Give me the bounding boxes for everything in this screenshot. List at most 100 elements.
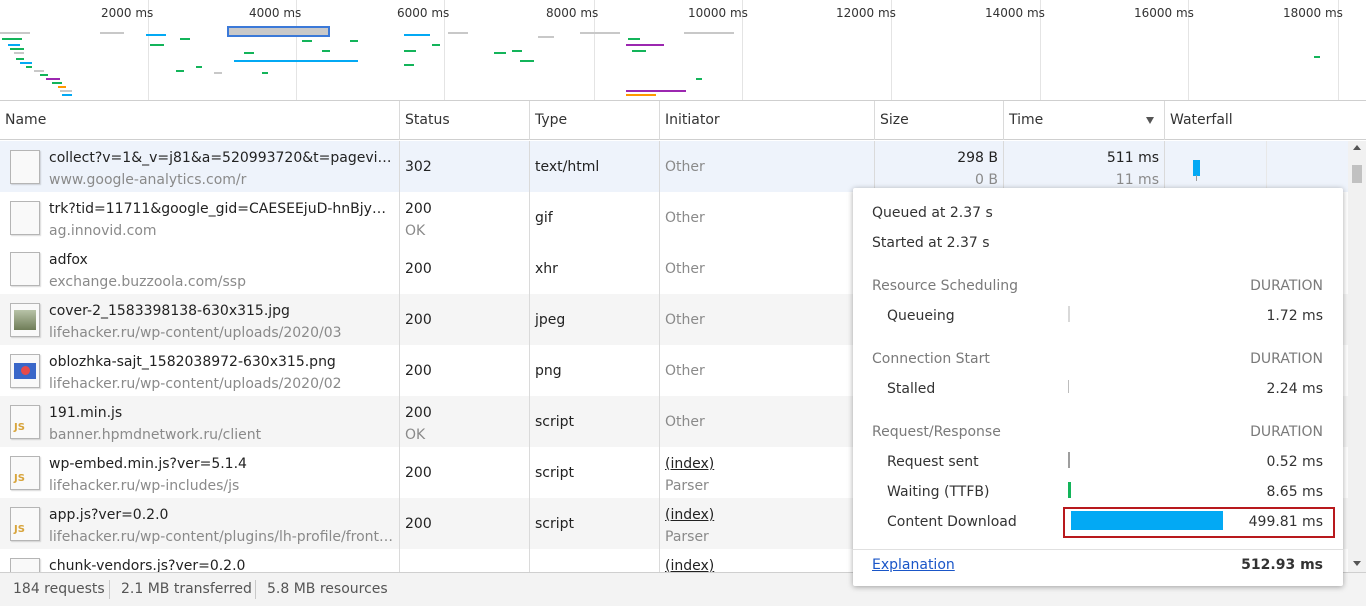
- request-size-cell: 298 B 0 B: [875, 141, 998, 192]
- overview-activity-mark: [684, 32, 734, 34]
- overview-activity-mark: [10, 48, 24, 50]
- request-name[interactable]: collect?v=1&_v=j81&a=520993720&t=pagevie…: [49, 150, 394, 166]
- request-initiator: Other: [665, 159, 705, 175]
- request-status: 302: [405, 159, 432, 175]
- timing-label-waiting-ttfb: Waiting (TTFB): [887, 484, 990, 500]
- overview-activity-mark: [322, 50, 330, 52]
- request-name[interactable]: wp-embed.min.js?ver=5.1.4: [49, 456, 394, 472]
- overview-activity-mark: [52, 82, 62, 84]
- timing-label-request-sent: Request sent: [887, 454, 979, 470]
- network-overview[interactable]: 2000 ms 4000 ms 6000 ms 8000 ms 10000 ms…: [0, 0, 1366, 101]
- section-title-resource-scheduling: Resource Scheduling: [872, 278, 1019, 294]
- request-domain: lifehacker.ru/wp-content/plugins/lh-prof…: [49, 529, 394, 545]
- overview-activity-mark: [20, 62, 32, 64]
- tick-label: 8000 ms: [546, 6, 599, 20]
- tick-label: 4000 ms: [249, 6, 302, 20]
- column-header-time[interactable]: Time: [1004, 101, 1165, 140]
- overview-activity-mark: [176, 70, 184, 72]
- column-header-name[interactable]: Name: [0, 101, 400, 140]
- blank-file-icon: [10, 201, 40, 235]
- request-name[interactable]: adfox: [49, 252, 394, 268]
- request-domain: lifehacker.ru/wp-content/uploads/2020/02: [49, 376, 342, 392]
- request-status: 200: [405, 312, 432, 328]
- initiator-link[interactable]: (index): [665, 507, 714, 523]
- overview-activity-mark: [494, 52, 506, 54]
- overview-activity-mark: [34, 70, 44, 72]
- initiator-link[interactable]: (index): [665, 558, 714, 572]
- column-header-waterfall[interactable]: Waterfall: [1165, 101, 1366, 140]
- request-name[interactable]: trk?tid=11711&google_gid=CAESEEjuD-hnBjy…: [49, 201, 394, 217]
- request-status: 200: [405, 261, 432, 277]
- overview-activity-mark: [262, 72, 268, 74]
- overview-activity-mark: [632, 50, 646, 52]
- request-domain: lifehacker.ru/wp-content/uploads/2020/03: [49, 325, 342, 341]
- overview-activity-mark: [432, 44, 440, 46]
- initiator-type: Parser: [665, 478, 709, 494]
- vertical-scrollbar[interactable]: [1348, 141, 1366, 572]
- timing-bar-request-sent: [1068, 452, 1070, 468]
- request-time-cell: 511 ms 11 ms: [1004, 141, 1159, 192]
- column-header-type[interactable]: Type: [530, 101, 660, 140]
- timing-label-queueing: Queueing: [887, 308, 955, 324]
- column-header-initiator[interactable]: Initiator: [660, 101, 875, 140]
- explanation-link[interactable]: Explanation: [872, 557, 955, 573]
- request-type: script: [535, 516, 575, 532]
- scroll-up-arrow-icon[interactable]: [1353, 145, 1361, 150]
- tick-label: 16000 ms: [1134, 6, 1194, 20]
- overview-activity-mark: [100, 32, 124, 34]
- request-initiator: Other: [665, 414, 705, 430]
- js-file-icon: JS: [10, 507, 40, 541]
- overview-activity-mark: [2, 38, 22, 40]
- request-status: 200: [405, 465, 432, 481]
- request-type: png: [535, 363, 562, 379]
- request-status: 200: [405, 516, 432, 532]
- overview-activity-mark: [60, 90, 72, 92]
- column-divider: [659, 141, 660, 572]
- overview-activity-mark: [350, 40, 358, 42]
- overview-activity-mark: [538, 36, 554, 38]
- overview-activity-mark: [1314, 56, 1320, 58]
- request-name[interactable]: cover-2_1583398138-630x315.jpg: [49, 303, 394, 319]
- overview-activity-mark: [302, 40, 312, 42]
- initiator-link[interactable]: (index): [665, 456, 714, 472]
- request-domain: www.google-analytics.com/r: [49, 172, 247, 188]
- js-file-icon: JS: [10, 456, 40, 490]
- overview-selection-brush[interactable]: [227, 26, 330, 37]
- request-name[interactable]: oblozhka-sajt_1582038972-630x315.png: [49, 354, 394, 370]
- request-type: gif: [535, 210, 553, 226]
- tick-label: 10000 ms: [688, 6, 748, 20]
- waterfall-bar[interactable]: [1193, 160, 1200, 176]
- overview-activity-mark: [234, 60, 358, 62]
- request-status: 200: [405, 405, 432, 421]
- timing-value-waiting-ttfb: 8.65 ms: [1266, 484, 1323, 500]
- timing-bar-queueing: [1068, 306, 1070, 322]
- overview-activity-mark: [26, 66, 32, 68]
- divider: [255, 580, 256, 599]
- overview-activity-mark: [214, 72, 222, 74]
- request-name[interactable]: 191.min.js: [49, 405, 394, 421]
- overview-activity-mark: [626, 94, 656, 96]
- overview-activity-mark: [512, 50, 522, 52]
- overview-activity-mark: [0, 32, 30, 34]
- timing-value-request-sent: 0.52 ms: [1266, 454, 1323, 470]
- request-domain: banner.hpmdnetwork.ru/client: [49, 427, 262, 443]
- request-initiator: Other: [665, 363, 705, 379]
- tick-label: 14000 ms: [985, 6, 1045, 20]
- overview-activity-mark: [14, 52, 24, 54]
- scroll-thumb[interactable]: [1352, 165, 1362, 183]
- column-header-size[interactable]: Size: [875, 101, 1004, 140]
- request-name[interactable]: app.js?ver=0.2.0: [49, 507, 394, 523]
- timing-total: 512.93 ms: [1241, 557, 1323, 573]
- request-name[interactable]: chunk-vendors.js?ver=0.2.0: [49, 558, 394, 572]
- overview-activity-mark: [8, 44, 20, 46]
- table-row[interactable]: collect?v=1&_v=j81&a=520993720&t=pagevie…: [0, 141, 1348, 192]
- request-status: 200: [405, 363, 432, 379]
- column-header-status[interactable]: Status: [400, 101, 530, 140]
- request-time: 511 ms: [1106, 150, 1159, 166]
- request-domain: exchange.buzzoola.com/ssp: [49, 274, 246, 290]
- scroll-down-arrow-icon[interactable]: [1353, 561, 1361, 566]
- overview-activity-mark: [62, 94, 72, 96]
- divider: [853, 549, 1343, 550]
- overview-activity-mark: [696, 78, 702, 80]
- waterfall-bar-tail: [1196, 175, 1197, 181]
